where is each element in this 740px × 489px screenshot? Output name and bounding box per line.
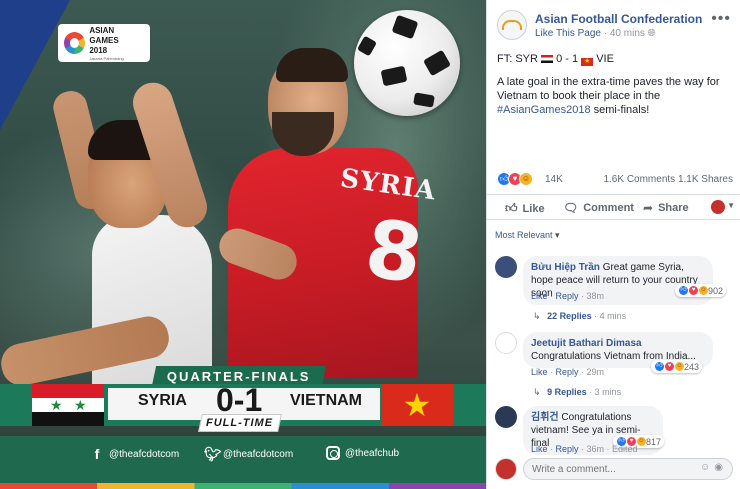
write-comment-row: ☺◉ [495,456,733,482]
post-text-end: semi-finals! [593,104,650,116]
result-suffix: VIE [596,53,614,65]
comment-time[interactable]: 29m [587,367,605,377]
comment-sort-dropdown[interactable]: Most Relevant ▾ [495,230,560,241]
commenter-avatar[interactable] [495,406,517,428]
page-avatar[interactable] [497,10,527,40]
camera-icon[interactable]: ◉ [714,462,727,473]
shares-count-link[interactable]: 1.1K Shares [678,174,733,185]
comment-author[interactable]: Jeetujit Bathari Dimasa [531,338,642,349]
viewer-avatar [495,458,517,480]
twitter-icon: 🐦︎ [204,446,222,462]
comment-like-link[interactable]: Like [531,291,548,301]
comment-time[interactable]: 38m [587,291,605,301]
comment-actions: Like · Reply · 29m [531,367,605,377]
hashtag-link[interactable]: #AsianGames2018 [497,104,591,116]
reactions-summary: 👍︎ ♥ ☺ 14K 1.6K Comments 1.1K Shares [497,172,733,188]
comment-reactions[interactable]: 👍︎ ♥ ☺ 243 [651,360,703,373]
emoji-icon[interactable]: ☺ [700,462,714,473]
vietnam-flag-icon: ★ [381,384,453,426]
thumbs-up-icon: 👍︎ [505,201,518,215]
comment-button[interactable]: 🗨︎ Comment [563,201,634,215]
instagram-handle: @theafchub [326,446,399,460]
comment-like-link[interactable]: Like [531,367,548,377]
team-right: VIETNAM [290,392,362,409]
share-icon: ➦ [643,201,654,215]
commenter-avatar[interactable] [495,256,517,278]
facebook-handle: f @theafcdotcom [90,446,180,462]
edited-label[interactable]: Edited [612,444,638,454]
post-text: A late goal in the extra-time paves the … [497,76,720,102]
comment-icon: 🗨︎ [563,201,579,215]
commenter-avatar[interactable] [495,332,517,354]
comment-time[interactable]: 36m [587,444,605,454]
comment-author[interactable]: Bửu Hiệp Trần [531,262,600,273]
post-time[interactable]: 40 mins [610,28,645,39]
syria-player-hair [276,48,348,82]
post-header: Asian Football Confederation Like This P… [497,10,733,42]
post-sidebar: Asian Football Confederation Like This P… [486,0,740,489]
badge-subtitle: Jakarta Palembang [89,55,124,61]
facebook-icon: f [94,446,100,462]
comment-like-link[interactable]: Like [531,444,548,454]
team-left: SYRIA [138,392,187,409]
view-replies[interactable]: ↳ 9 Replies · 3 mins [533,387,621,398]
reply-arrow-icon: ↳ [533,387,541,397]
haha-reaction-icon: ☺ [519,172,533,186]
reaction-count[interactable]: 14K [545,174,563,185]
comment-actions: Like · Reply · 36m · Edited [531,444,638,454]
full-time-label: FULL-TIME [198,414,282,432]
result-score: 0 - 1 [556,53,579,65]
reaction-icons[interactable]: 👍︎ ♥ ☺ [497,172,533,186]
instagram-icon [326,446,340,460]
post-body: FT: SYR 0 - 1 ★ VIE A late goal in the e… [497,52,733,126]
badge-title: ASIAN GAMES [89,25,119,45]
asian-games-emblem-icon [64,32,86,54]
globe-icon: 🌐︎ [647,28,656,39]
like-button[interactable]: 👍︎ Like [505,201,545,216]
result-prefix: FT: SYR [497,53,538,65]
comment-reply-link[interactable]: Reply [556,367,579,377]
page-name-link[interactable]: Asian Football Confederation [535,12,702,26]
reply-arrow-icon: ↳ [533,311,541,321]
caret-down-icon: ▾ [555,230,560,240]
asian-games-logo: ASIAN GAMES 2018 Jakarta Palembang [58,24,150,62]
comment-author[interactable]: 김휘건 [531,412,559,423]
comment-reply-link[interactable]: Reply [556,291,579,301]
actor-avatar[interactable] [711,200,725,214]
comment-reactions[interactable]: 👍︎ ♥ ☺ 902 [675,284,727,297]
view-replies[interactable]: ↳ 22 Replies · 4 mins [533,311,626,322]
syria-flag-icon: ★ ★ [32,384,104,426]
comments-count-link[interactable]: 1.6K Comments [603,174,675,185]
share-button[interactable]: ➦ Share [643,201,689,215]
comment-actions: Like · Reply · 38m [531,291,605,301]
comment-reply-link[interactable]: Reply [556,444,579,454]
post-photo[interactable]: ASIAN GAMES 2018 Jakarta Palembang SYRIA… [0,0,486,489]
vietnam-flag-icon: ★ [581,58,594,66]
like-page-link[interactable]: Like This Page [535,28,601,39]
football-icon [354,10,460,116]
post-actions: 👍︎ Like 🗨︎ Comment ➦ Share ▼ [487,194,740,220]
twitter-handle: 🐦︎ @theafcdotcom [204,446,294,462]
syria-flag-icon [541,55,554,63]
badge-year: 2018 [89,45,108,55]
more-options-icon[interactable]: ••• [711,10,731,28]
chevron-down-icon[interactable]: ▼ [727,201,735,210]
